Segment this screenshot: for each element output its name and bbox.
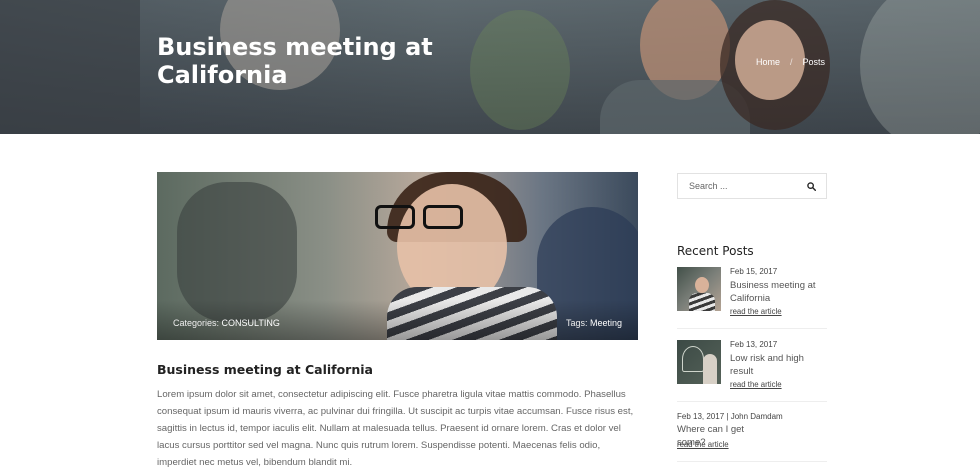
recent-post-meta: Feb 13, 2017 | John Damdam — [677, 412, 783, 421]
recent-post-date: Feb 13, 2017 — [730, 340, 778, 349]
article-tags: Tags: Meeting — [566, 318, 622, 328]
breadcrumb-home-link[interactable]: Home — [756, 57, 780, 67]
categories-label: Categories: — [173, 318, 220, 328]
recent-post-item: Feb 13, 2017 | John Damdam Where can I g… — [677, 412, 827, 452]
article-title: Business meeting at California — [157, 362, 373, 377]
hero-photo-shape — [0, 0, 140, 134]
category-link[interactable]: CONSULTING — [222, 318, 280, 328]
recent-post-date: Feb 13, 2017 — [677, 412, 725, 421]
hero-banner: Business meeting at California Home / Po… — [0, 0, 980, 134]
search-box — [677, 173, 827, 199]
image-subject-shape — [375, 205, 471, 231]
recent-post-date: Feb 15, 2017 — [730, 267, 778, 276]
read-article-link[interactable]: read the article — [730, 380, 782, 389]
read-article-link[interactable]: read the article — [730, 307, 782, 316]
recent-post-item: Feb 13, 2017 Low risk and high result re… — [677, 340, 827, 390]
recent-post-author: | John Damdam — [726, 412, 783, 421]
breadcrumb-posts-link[interactable]: Posts — [803, 57, 826, 67]
read-article-link[interactable]: read the article — [677, 440, 729, 449]
breadcrumb-separator: / — [790, 57, 793, 67]
tag-link[interactable]: Meeting — [590, 318, 622, 328]
page-title: Business meeting at California — [157, 33, 433, 89]
recent-post-thumbnail[interactable] — [677, 340, 721, 384]
recent-posts-heading: Recent Posts — [677, 244, 754, 258]
hero-photo-shape — [470, 10, 570, 130]
recent-post-title[interactable]: Business meeting at California — [730, 279, 828, 305]
recent-post-thumbnail[interactable] — [677, 267, 721, 311]
divider — [677, 401, 827, 402]
article-body: Lorem ipsum dolor sit amet, consectetur … — [157, 389, 634, 468]
recent-post-title[interactable]: Low risk and high result — [730, 352, 828, 378]
recent-post-item: Feb 15, 2017 Business meeting at Califor… — [677, 267, 827, 317]
breadcrumb: Home / Posts — [756, 57, 825, 67]
search-input[interactable] — [678, 181, 799, 191]
tags-label: Tags: — [565, 318, 588, 328]
hero-photo-shape — [860, 0, 980, 134]
divider — [677, 461, 827, 462]
search-icon[interactable] — [807, 182, 816, 191]
article-categories: Categories: CONSULTING — [173, 318, 280, 328]
article-featured-image[interactable]: Categories: CONSULTING Tags: Meeting — [157, 172, 638, 340]
divider — [677, 328, 827, 329]
